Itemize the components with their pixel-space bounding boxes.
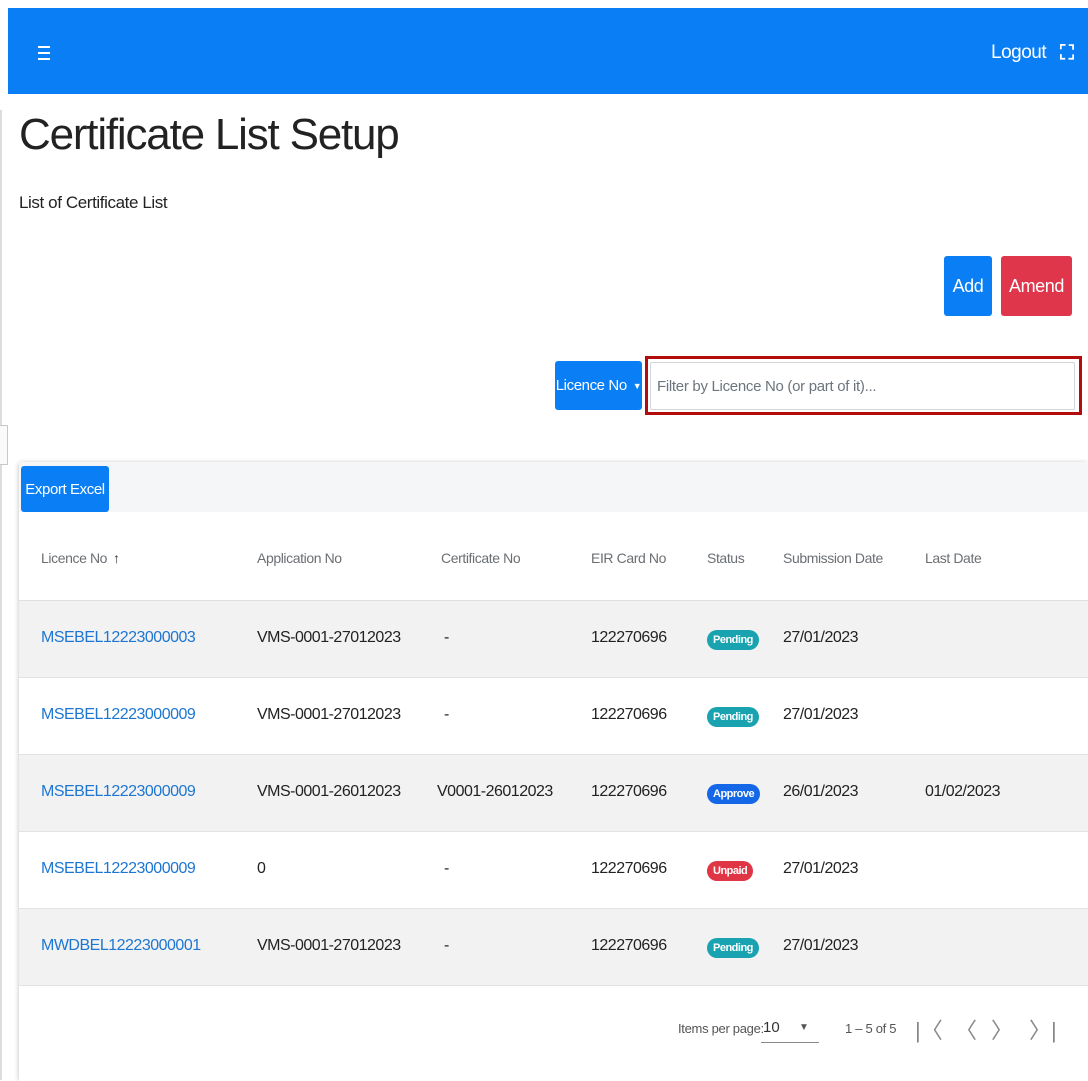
application-no-cell: VMS-0001-27012023 bbox=[257, 706, 401, 723]
licence-no-link[interactable]: MSEBEL12223000009 bbox=[41, 860, 196, 878]
next-page-icon[interactable]: 〉 bbox=[991, 1013, 1013, 1045]
column-header-eir-card-no[interactable]: EIR Card No bbox=[591, 550, 666, 566]
column-header-status[interactable]: Status bbox=[707, 550, 745, 566]
items-per-page-label: Items per page: bbox=[678, 1021, 764, 1036]
top-navbar: Logout ⛶ bbox=[8, 8, 1088, 94]
column-header-application-no[interactable]: Application No bbox=[257, 550, 342, 566]
items-per-page-value: 10 bbox=[763, 1019, 780, 1036]
table-row: MWDBEL12223000001 VMS-0001-27012023 - 12… bbox=[19, 909, 1088, 986]
certificate-no-cell: - bbox=[444, 937, 449, 954]
items-per-page-select[interactable]: 10 ▼ bbox=[761, 1017, 819, 1043]
licence-no-link[interactable]: MSEBEL12223000009 bbox=[41, 783, 196, 801]
hamburger-menu-icon[interactable] bbox=[38, 46, 50, 60]
column-label: Licence No bbox=[41, 550, 108, 566]
page-title: Certificate List Setup bbox=[19, 110, 400, 159]
certificate-no-cell: - bbox=[444, 706, 449, 723]
status-badge: Unpaid bbox=[707, 861, 754, 881]
licence-filter-input[interactable] bbox=[650, 362, 1075, 410]
certificate-no-cell: - bbox=[444, 860, 449, 877]
table-toolbar: Export Excel bbox=[19, 462, 1088, 512]
amend-button[interactable]: Amend bbox=[1001, 256, 1072, 316]
filter-field-dropdown[interactable]: Licence No ▼ bbox=[555, 361, 642, 410]
application-no-cell: VMS-0001-27012023 bbox=[257, 937, 401, 954]
submission-date-cell: 27/01/2023 bbox=[783, 860, 859, 877]
sort-ascending-icon: ↑ bbox=[113, 550, 120, 566]
licence-no-link[interactable]: MWDBEL12223000001 bbox=[41, 937, 201, 955]
first-page-icon[interactable]: |〈 bbox=[915, 1013, 943, 1045]
caret-down-icon: ▼ bbox=[632, 380, 642, 391]
certificate-no-cell: V0001-26012023 bbox=[437, 783, 553, 800]
application-no-cell: VMS-0001-27012023 bbox=[257, 629, 401, 646]
submission-date-cell: 27/01/2023 bbox=[783, 706, 859, 723]
table-row: MSEBEL12223000003 VMS-0001-27012023 - 12… bbox=[19, 601, 1088, 678]
licence-no-link[interactable]: MSEBEL12223000003 bbox=[41, 629, 196, 647]
eir-card-no-cell: 122270696 bbox=[591, 783, 667, 800]
table-header: Licence No ↑ Application No Certificate N… bbox=[19, 512, 1088, 601]
application-no-cell: VMS-0001-26012023 bbox=[257, 783, 401, 800]
status-badge: Approve bbox=[707, 784, 761, 804]
eir-card-no-cell: 122270696 bbox=[591, 937, 667, 954]
submission-date-cell: 27/01/2023 bbox=[783, 937, 859, 954]
column-header-submission-date[interactable]: Submission Date bbox=[783, 550, 883, 566]
caret-down-icon: ▼ bbox=[799, 1022, 809, 1033]
table-row: MSEBEL12223000009 VMS-0001-27012023 - 12… bbox=[19, 678, 1088, 755]
status-badge: Pending bbox=[707, 630, 759, 650]
submission-date-cell: 26/01/2023 bbox=[783, 783, 859, 800]
eir-card-no-cell: 122270696 bbox=[591, 706, 667, 723]
table-row: MSEBEL12223000009 0 - 122270696 Unpaid 2… bbox=[19, 832, 1088, 909]
last-date-cell: 01/02/2023 bbox=[925, 783, 1001, 800]
last-page-icon[interactable]: 〉| bbox=[1029, 1013, 1057, 1045]
page-subtitle: List of Certificate List bbox=[19, 193, 168, 212]
sidebar-toggle-handle[interactable] bbox=[0, 425, 8, 465]
filter-field-label: Licence No bbox=[555, 377, 627, 394]
previous-page-icon[interactable]: 〈 bbox=[955, 1013, 977, 1045]
logout-link[interactable]: Logout bbox=[991, 42, 1047, 64]
submission-date-cell: 27/01/2023 bbox=[783, 629, 859, 646]
status-badge: Pending bbox=[707, 707, 759, 727]
certificate-table-card: Export Excel Licence No ↑ Application No … bbox=[19, 462, 1088, 1081]
certificate-no-cell: - bbox=[444, 629, 449, 646]
column-header-last-date[interactable]: Last Date bbox=[925, 550, 982, 566]
status-badge: Pending bbox=[707, 938, 759, 958]
application-no-cell: 0 bbox=[257, 860, 266, 877]
column-header-certificate-no[interactable]: Certificate No bbox=[441, 550, 521, 566]
table-paginator: Items per page: 10 ▼ 1 – 5 of 5 |〈 〈 〉 〉… bbox=[19, 987, 1088, 1081]
add-button[interactable]: Add bbox=[944, 256, 992, 316]
sidebar-edge bbox=[0, 110, 2, 1080]
table-row: MSEBEL12223000009 VMS-0001-26012023 V000… bbox=[19, 755, 1088, 832]
licence-no-link[interactable]: MSEBEL12223000009 bbox=[41, 706, 196, 724]
export-excel-button[interactable]: Export Excel bbox=[21, 466, 109, 512]
eir-card-no-cell: 122270696 bbox=[591, 629, 667, 646]
fullscreen-toggle-icon[interactable]: ⛶ bbox=[1060, 42, 1074, 65]
page-range-label: 1 – 5 of 5 bbox=[845, 1021, 897, 1036]
column-header-licence-no[interactable]: Licence No ↑ bbox=[41, 550, 120, 566]
eir-card-no-cell: 122270696 bbox=[591, 860, 667, 877]
